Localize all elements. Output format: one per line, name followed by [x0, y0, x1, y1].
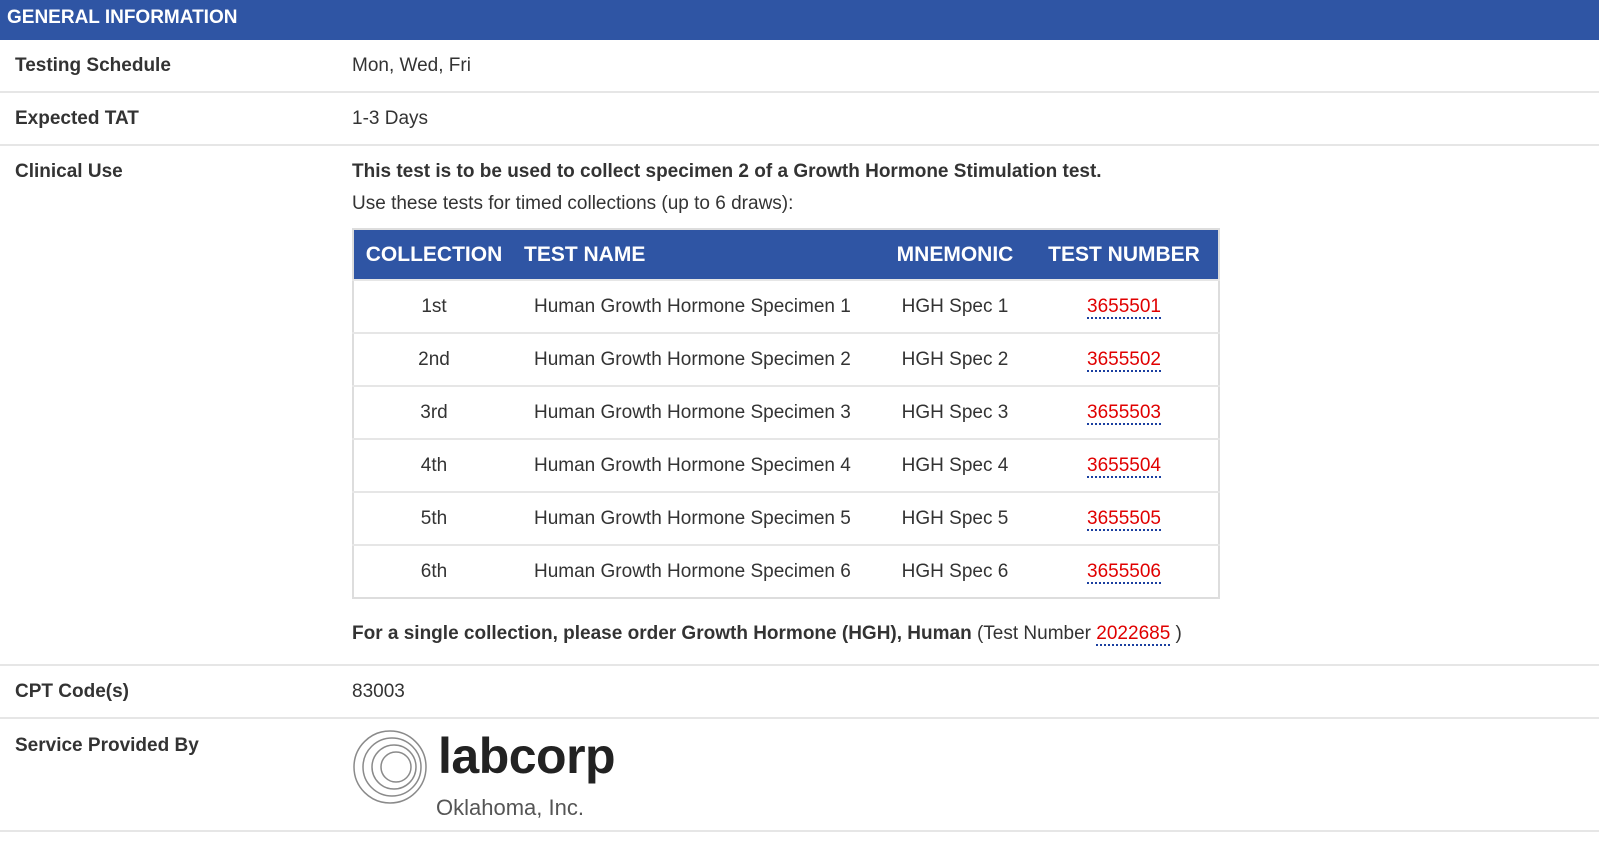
- collection-table-header: COLLECTION TEST NAME MNEMONIC TEST NUMBE…: [353, 229, 1219, 280]
- table-row: 1st Human Growth Hormone Specimen 1 HGH …: [353, 279, 1219, 333]
- testing-schedule-value: Mon, Wed, Fri: [352, 55, 471, 76]
- mnemonic-cell: HGH Spec 1: [880, 279, 1030, 333]
- logo-name: labcorp: [438, 728, 616, 784]
- test-number-cell: 3655504: [1030, 438, 1219, 492]
- cpt-codes-row: CPT Code(s) 83003: [0, 666, 1599, 719]
- testing-schedule-label: Testing Schedule: [15, 55, 171, 76]
- logo-subtitle: Oklahoma, Inc.: [436, 795, 584, 820]
- test-number-cell: 3655506: [1030, 544, 1219, 598]
- table-row: 2nd Human Growth Hormone Specimen 2 HGH …: [353, 332, 1219, 386]
- clinical-use-bold-text: This test is to be used to collect speci…: [352, 161, 1102, 182]
- collection-cell: 5th: [353, 491, 514, 545]
- test-number-link[interactable]: 3655504: [1087, 454, 1161, 478]
- expected-tat-value: 1-3 Days: [352, 108, 429, 129]
- clinical-use-row: Clinical Use This test is to be used to …: [0, 146, 1599, 666]
- single-collection-prefix: (Test Number: [971, 623, 1097, 644]
- collection-table: COLLECTION TEST NAME MNEMONIC TEST NUMBE…: [352, 228, 1220, 599]
- table-row: 3rd Human Growth Hormone Specimen 3 HGH …: [353, 385, 1219, 439]
- mnemonic-cell: HGH Spec 6: [880, 544, 1030, 598]
- service-provided-row: Service Provided By labcorp Oklahoma, In…: [0, 719, 1599, 832]
- header-test-name: TEST NAME: [514, 229, 880, 280]
- labcorp-rings-icon: [353, 730, 427, 804]
- test-name-cell: Human Growth Hormone Specimen 5: [514, 491, 880, 545]
- clinical-use-normal-text: Use these tests for timed collections (u…: [352, 193, 794, 214]
- expected-tat-row: Expected TAT 1-3 Days: [0, 93, 1599, 146]
- test-name-cell: Human Growth Hormone Specimen 3: [514, 385, 880, 439]
- single-collection-test-link[interactable]: 2022685: [1096, 623, 1171, 646]
- test-name-cell: Human Growth Hormone Specimen 2: [514, 332, 880, 386]
- table-row: 4th Human Growth Hormone Specimen 4 HGH …: [353, 438, 1219, 492]
- test-number-cell: 3655503: [1030, 385, 1219, 439]
- test-number-link[interactable]: 3655501: [1087, 295, 1161, 319]
- cpt-codes-label: CPT Code(s): [15, 681, 129, 702]
- clinical-use-label: Clinical Use: [15, 161, 123, 182]
- test-number-link[interactable]: 3655505: [1087, 507, 1161, 531]
- labcorp-logo: labcorp Oklahoma, Inc.: [352, 727, 1599, 821]
- test-number-link[interactable]: 3655502: [1087, 348, 1161, 372]
- logo-text: labcorp Oklahoma, Inc.: [436, 727, 616, 821]
- clinical-use-value: This test is to be used to collect speci…: [352, 146, 1599, 664]
- collection-cell: 6th: [353, 544, 514, 598]
- header-collection: COLLECTION: [353, 229, 514, 280]
- test-number-cell: 3655505: [1030, 491, 1219, 545]
- header-test-number: TEST NUMBER: [1030, 229, 1219, 280]
- section-title: GENERAL INFORMATION: [7, 7, 238, 28]
- table-row: 6th Human Growth Hormone Specimen 6 HGH …: [353, 544, 1219, 598]
- single-collection-suffix: ): [1170, 623, 1182, 644]
- test-name-cell: Human Growth Hormone Specimen 4: [514, 438, 880, 492]
- test-name-cell: Human Growth Hormone Specimen 6: [514, 544, 880, 598]
- collection-cell: 2nd: [353, 332, 514, 386]
- service-provided-value: labcorp Oklahoma, Inc.: [352, 719, 1599, 830]
- mnemonic-cell: HGH Spec 2: [880, 332, 1030, 386]
- mnemonic-cell: HGH Spec 4: [880, 438, 1030, 492]
- single-collection-bold: For a single collection, please order Gr…: [352, 623, 972, 644]
- test-name-cell: Human Growth Hormone Specimen 1: [514, 279, 880, 333]
- expected-tat-label: Expected TAT: [15, 108, 139, 129]
- table-row: 5th Human Growth Hormone Specimen 5 HGH …: [353, 491, 1219, 545]
- section-header: GENERAL INFORMATION: [0, 0, 1599, 40]
- mnemonic-cell: HGH Spec 3: [880, 385, 1030, 439]
- single-collection-note: For a single collection, please order Gr…: [352, 623, 1599, 646]
- test-number-link[interactable]: 3655503: [1087, 401, 1161, 425]
- cpt-codes-value: 83003: [352, 681, 405, 702]
- testing-schedule-row: Testing Schedule Mon, Wed, Fri: [0, 40, 1599, 93]
- test-number-cell: 3655502: [1030, 332, 1219, 386]
- service-provided-label: Service Provided By: [15, 735, 199, 756]
- collection-cell: 3rd: [353, 385, 514, 439]
- collection-cell: 1st: [353, 279, 514, 333]
- header-mnemonic: MNEMONIC: [880, 229, 1030, 280]
- test-number-cell: 3655501: [1030, 279, 1219, 333]
- mnemonic-cell: HGH Spec 5: [880, 491, 1030, 545]
- test-number-link[interactable]: 3655506: [1087, 560, 1161, 584]
- collection-cell: 4th: [353, 438, 514, 492]
